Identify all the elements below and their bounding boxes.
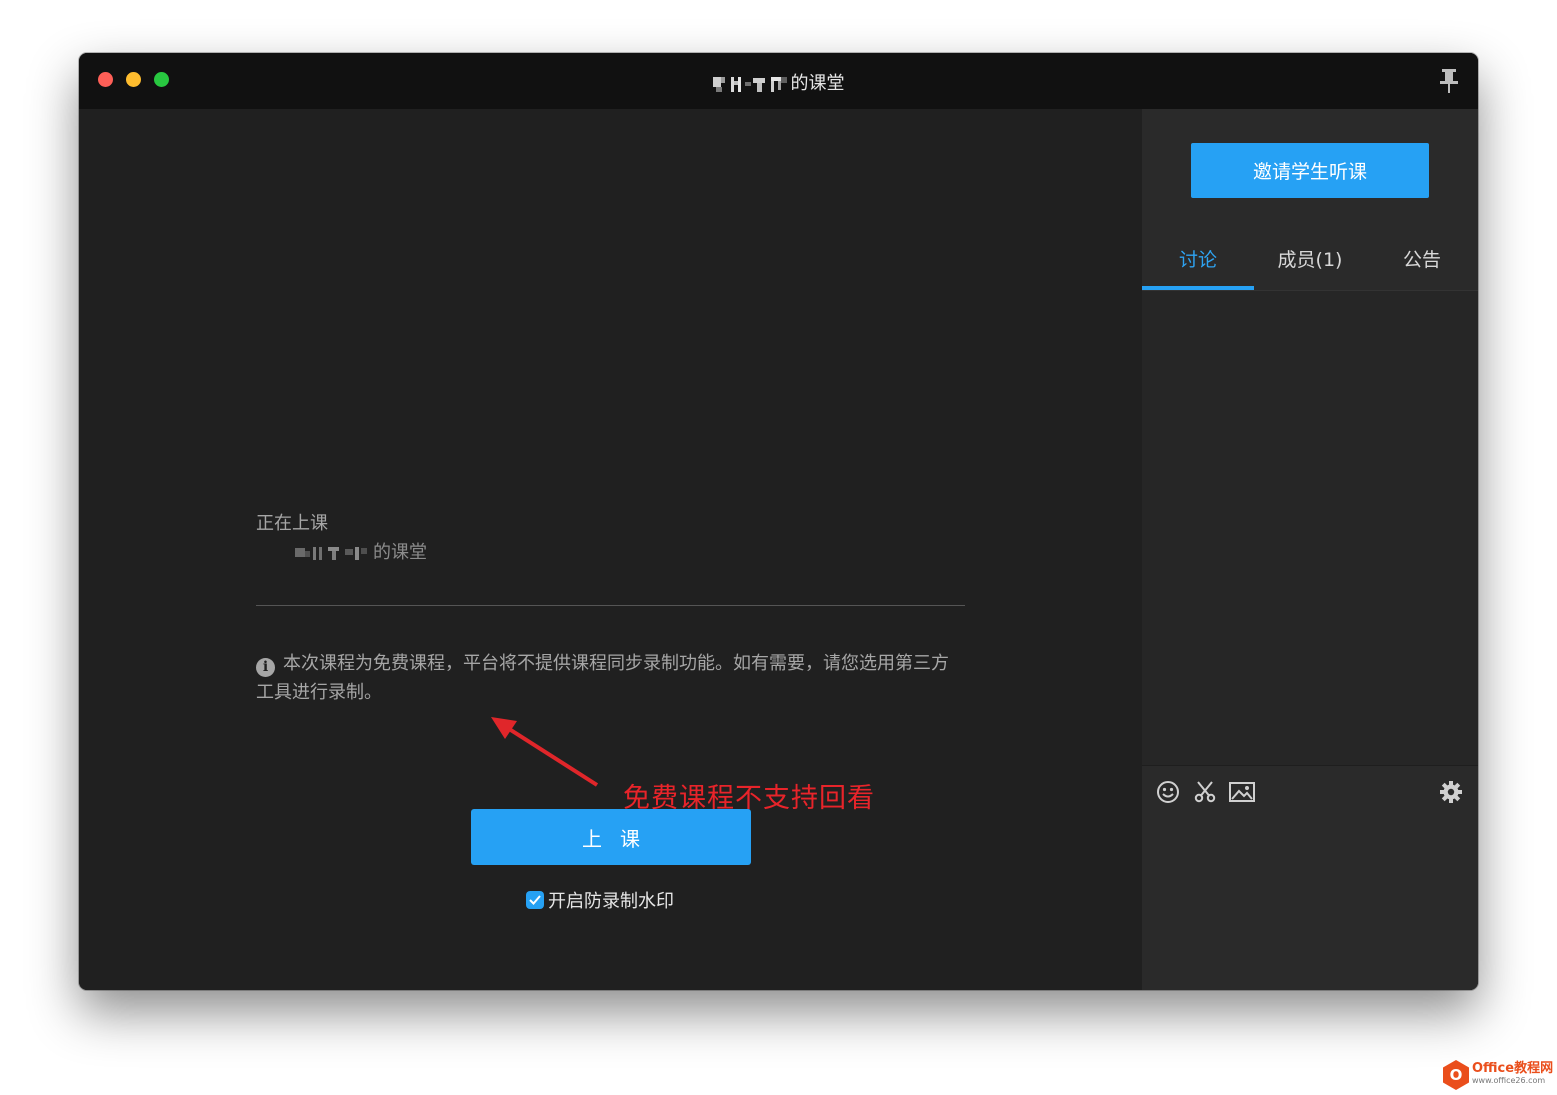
watermark-label: 开启防录制水印 bbox=[548, 891, 674, 912]
notice-text: 本次课程为免费课程，平台将不提供课程同步录制功能。如有需要，请您选用第三方工具进… bbox=[256, 653, 949, 703]
class-name: 的课堂 bbox=[295, 538, 427, 564]
logo-text: Office教程网 www.office26.com bbox=[1472, 1061, 1554, 1087]
sidebar: 邀请学生听课 讨论 成员(1) 公告 bbox=[1142, 109, 1478, 990]
logo-main-text: Office教程网 bbox=[1472, 1061, 1554, 1076]
redacted-name-mosaic bbox=[295, 547, 367, 560]
tab-discussion[interactable]: 讨论 bbox=[1142, 242, 1254, 290]
watermark-checkbox[interactable] bbox=[526, 891, 544, 909]
sidebar-tabs: 讨论 成员(1) 公告 bbox=[1142, 242, 1478, 291]
window-title: 的课堂 bbox=[79, 69, 1478, 95]
chat-messages-area[interactable] bbox=[1142, 291, 1478, 765]
window-title-text: 的课堂 bbox=[790, 73, 845, 94]
status-label: 正在上课 bbox=[256, 513, 328, 534]
pin-icon[interactable] bbox=[1438, 67, 1460, 95]
start-class-button[interactable]: 上课 bbox=[471, 809, 751, 865]
settings-icon[interactable] bbox=[1439, 780, 1463, 804]
chat-toolbar bbox=[1142, 765, 1478, 816]
divider bbox=[256, 605, 965, 606]
tab-members[interactable]: 成员(1) bbox=[1254, 242, 1366, 290]
emoji-icon[interactable] bbox=[1156, 780, 1180, 804]
watermark-option[interactable]: 开启防录制水印 bbox=[526, 887, 674, 913]
class-name-text: 的课堂 bbox=[373, 542, 427, 563]
image-icon[interactable] bbox=[1229, 780, 1255, 804]
tab-announcements[interactable]: 公告 bbox=[1366, 242, 1478, 290]
check-icon bbox=[529, 895, 541, 905]
redacted-name-mosaic bbox=[712, 77, 787, 92]
office-logo-icon: O bbox=[1443, 1060, 1469, 1090]
app-window: 的课堂 正在上课 的课堂 i 本次课程为免费课程，平台将不提供课程同步录制功能。如… bbox=[79, 53, 1478, 990]
classroom-main-panel: 正在上课 的课堂 i 本次课程为免费课程，平台将不提供课程同步录制功能。如有需要，… bbox=[79, 109, 1142, 990]
info-icon: i bbox=[256, 658, 275, 677]
office26-logo: O Office教程网 www.office26.com bbox=[1443, 1060, 1553, 1090]
invite-students-button[interactable]: 邀请学生听课 bbox=[1191, 143, 1429, 198]
annotation-arrow bbox=[491, 717, 599, 787]
scissors-icon[interactable] bbox=[1193, 780, 1217, 804]
free-course-notice: i 本次课程为免费课程，平台将不提供课程同步录制功能。如有需要，请您选用第三方工具… bbox=[256, 649, 966, 707]
title-bar: 的课堂 bbox=[79, 53, 1478, 109]
logo-sub-text: www.office26.com bbox=[1472, 1076, 1546, 1085]
message-input[interactable] bbox=[1142, 815, 1478, 990]
